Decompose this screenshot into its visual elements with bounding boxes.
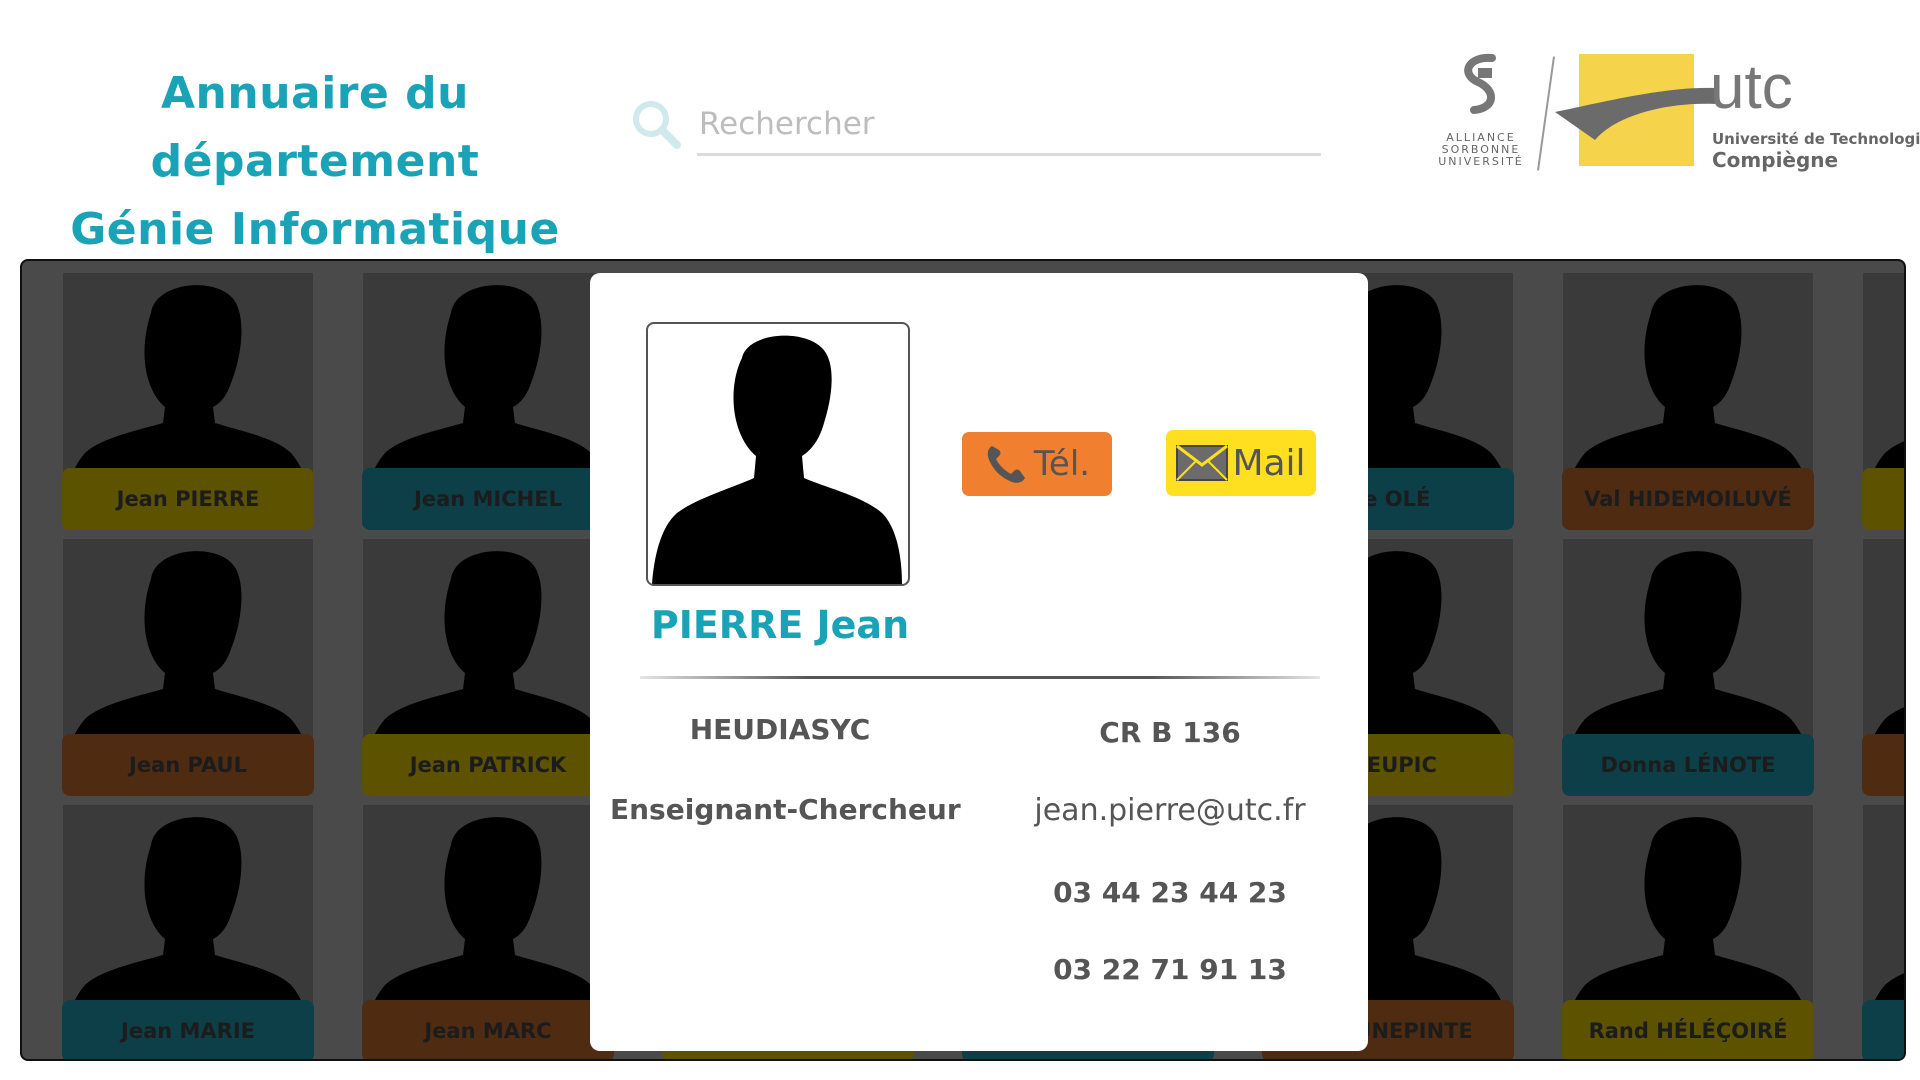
person-card-name: Donna LÉNOTE <box>1562 734 1814 796</box>
person-name: PIERRE Jean <box>650 603 910 647</box>
person-card-photo <box>363 273 613 473</box>
person-photo <box>646 322 910 586</box>
person-silhouette-icon <box>373 285 603 473</box>
mail-button-label: Mail <box>1232 442 1306 484</box>
page-title-line2: Génie Informatique <box>70 204 560 255</box>
person-silhouette-icon <box>1573 285 1803 473</box>
person-silhouette-icon <box>73 817 303 1005</box>
person-silhouette-icon <box>373 551 603 739</box>
person-card[interactable]: Jean PATRICK <box>362 539 614 796</box>
person-card-name: Jean PAUL <box>62 734 314 796</box>
person-card-photo <box>1563 273 1813 473</box>
person-card[interactable]: Rand HÉLÉÇOIRÉ <box>1562 805 1814 1059</box>
person-silhouette-icon <box>652 335 902 584</box>
person-card-photo <box>1563 805 1813 1005</box>
call-button[interactable]: Tél. <box>962 432 1112 496</box>
person-card-name: Jean MARIE <box>62 1000 314 1059</box>
person-card[interactable]: Jean MICHEL <box>362 273 614 530</box>
person-card-name: Rand HÉLÉÇOIRÉ <box>1562 1000 1814 1059</box>
person-card-photo <box>63 539 313 739</box>
utc-sub1: Université de Technologie <box>1712 130 1920 148</box>
search-icon[interactable] <box>630 98 682 150</box>
person-card-name: Jean MARC <box>362 1000 614 1059</box>
person-card-photo <box>63 273 313 473</box>
person-card-photo <box>363 805 613 1005</box>
person-card[interactable]: Jean PAUL <box>62 539 314 796</box>
role-label: Enseignant-Chercheur <box>610 793 961 826</box>
person-card[interactable]: Val HIDEMOILUVÉ <box>1562 273 1814 530</box>
person-silhouette-icon <box>73 551 303 739</box>
envelope-icon <box>1176 445 1229 481</box>
office-label: CR B 136 <box>1099 716 1241 749</box>
person-card-name: Jean MICHEL <box>362 468 614 530</box>
phone-number-1[interactable]: 03 44 23 44 23 <box>1010 876 1330 909</box>
email-link[interactable]: jean.pierre@utc.fr <box>990 793 1350 828</box>
person-card-name: Jean PATRICK <box>362 734 614 796</box>
phone-number-2[interactable]: 03 22 71 91 13 <box>1010 953 1330 986</box>
person-card[interactable]: Jean MARIE <box>62 805 314 1059</box>
utc-word: utc <box>1710 53 1793 122</box>
person-card-photo <box>1863 805 1904 1005</box>
mail-button[interactable]: Mail <box>1166 430 1316 496</box>
person-silhouette-icon <box>1573 551 1803 739</box>
person-card-photo <box>363 539 613 739</box>
lab-label: HEUDIASYC <box>689 713 871 746</box>
person-card-name <box>1862 734 1904 796</box>
person-silhouette-icon <box>1873 973 1904 1005</box>
search-input[interactable] <box>697 95 1321 156</box>
person-card[interactable]: Jean MARC <box>362 805 614 1059</box>
utc-logo-mark <box>1555 54 1715 166</box>
person-card-name: Val HIDEMOILUVÉ <box>1562 468 1814 530</box>
person-silhouette-icon <box>1873 707 1904 739</box>
page-title-line1: Annuaire du département <box>150 68 480 187</box>
call-button-label: Tél. <box>1033 444 1091 484</box>
person-card-photo <box>1863 273 1904 473</box>
person-card[interactable]: Jean PIERRE <box>62 273 314 530</box>
sorbonne-text: ALLIANCE SORBONNE UNIVERSITÉ <box>1438 131 1524 168</box>
person-card-photo <box>1863 539 1904 739</box>
person-card-photo <box>1563 539 1813 739</box>
person-card[interactable] <box>1862 539 1904 796</box>
partner-logos: ALLIANCE SORBONNE UNIVERSITÉ utc Univers… <box>1430 50 1920 180</box>
utc-sub2: Compiègne <box>1712 148 1839 172</box>
person-card-name <box>1862 1000 1904 1059</box>
person-silhouette-icon <box>1873 441 1904 473</box>
page-title: Annuaire du département Génie Informatiq… <box>30 60 600 264</box>
person-card-name: Jean PIERRE <box>62 468 314 530</box>
phone-icon <box>987 446 1025 483</box>
person-silhouette-icon <box>73 285 303 473</box>
person-card-photo <box>63 805 313 1005</box>
person-silhouette-icon <box>373 817 603 1005</box>
divider <box>640 676 1320 679</box>
person-card[interactable] <box>1862 273 1904 530</box>
person-card[interactable]: Donna LÉNOTE <box>1562 539 1814 796</box>
person-card[interactable] <box>1862 805 1904 1059</box>
person-silhouette-icon <box>1573 817 1803 1005</box>
person-detail-modal: Tél. Mail PIERRE Jean HEUDIASYC Enseigna… <box>590 273 1368 1051</box>
person-card-name <box>1862 468 1904 530</box>
